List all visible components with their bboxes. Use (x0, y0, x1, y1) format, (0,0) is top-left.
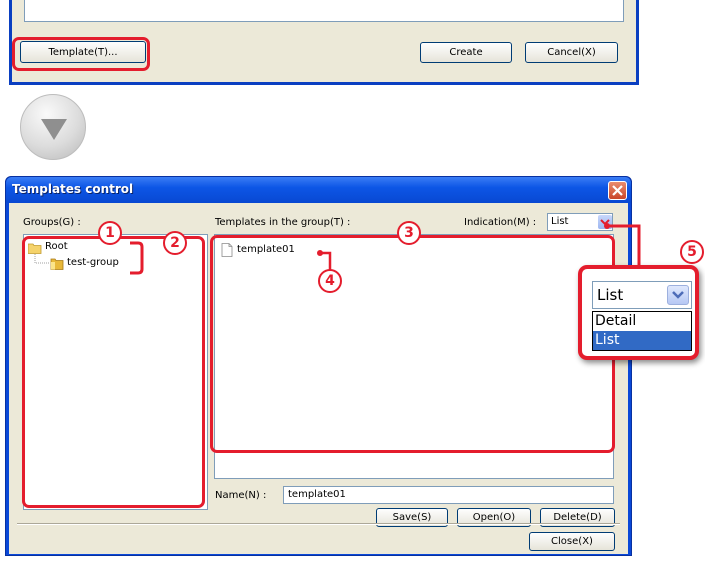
groups-panel-highlight (22, 236, 205, 508)
indication-value: List (551, 216, 569, 227)
close-icon[interactable] (608, 181, 627, 200)
annotation-marker-5: 5 (680, 240, 704, 264)
indication-options-list: Detail List (592, 311, 692, 351)
close-button[interactable]: Close(X) (529, 532, 615, 551)
templates-panel-highlight (210, 235, 615, 453)
groups-label: Groups(G) : (23, 217, 81, 228)
cancel-button[interactable]: Cancel(X) (525, 42, 618, 63)
name-field[interactable]: template01 (283, 486, 614, 504)
name-label: Name(N) : (215, 490, 267, 501)
indication-dropdown-callout: List Detail List (578, 265, 699, 360)
name-value: template01 (288, 489, 346, 500)
indication-select-magnified[interactable]: List (592, 281, 692, 309)
indication-label: Indication(M) : (464, 217, 537, 228)
indication-select-value: List (597, 286, 624, 304)
option-list-selected[interactable]: List (593, 331, 691, 350)
annotation-marker-2: 2 (163, 231, 187, 255)
annotation-marker-1: 1 (98, 221, 122, 245)
down-arrow-icon (20, 94, 86, 160)
test-group-bracket (130, 241, 144, 275)
divider (17, 523, 620, 525)
previous-dialog-panel (24, 0, 624, 22)
templates-label: Templates in the group(T) : (215, 217, 351, 228)
annotation-marker-4: 4 (318, 269, 342, 293)
title-bar[interactable]: Templates control (6, 177, 631, 203)
chevron-down-icon[interactable] (667, 285, 689, 305)
dialog-title: Templates control (12, 182, 134, 196)
annotation-marker-3: 3 (397, 221, 421, 245)
template-button-highlight (12, 37, 150, 71)
create-button[interactable]: Create (420, 42, 512, 63)
option-detail[interactable]: Detail (593, 312, 691, 331)
